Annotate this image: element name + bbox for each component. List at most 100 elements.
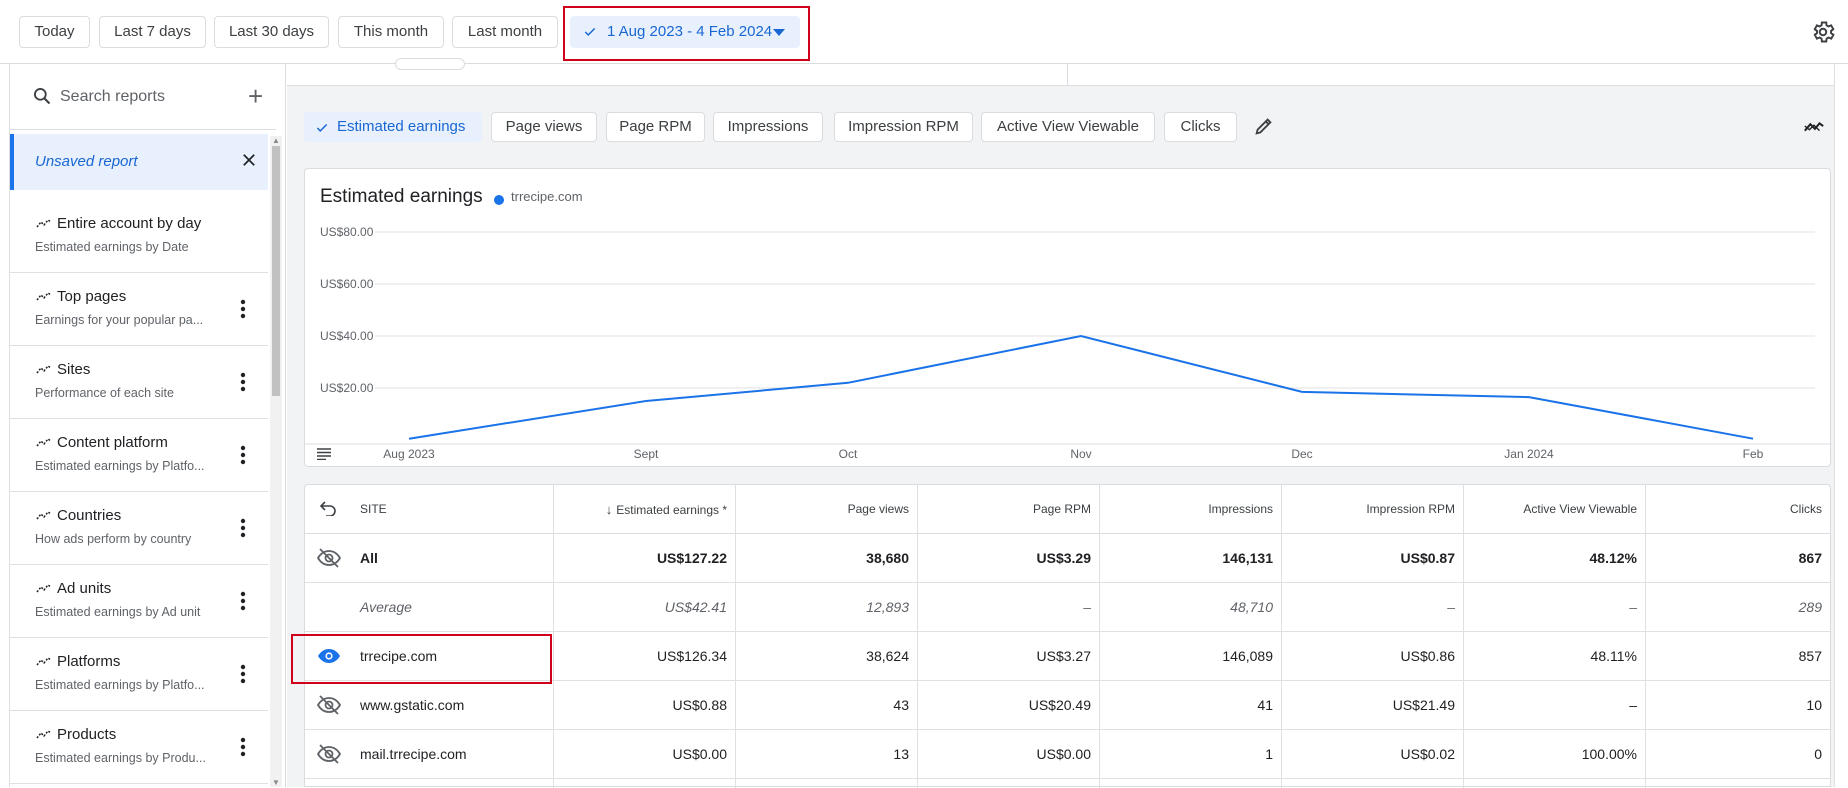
- column-header[interactable]: ↓Estimated earnings *: [553, 485, 735, 534]
- metric-estimated-earnings-chip[interactable]: Estimated earnings: [304, 112, 482, 142]
- column-header[interactable]: Impressions: [1099, 485, 1281, 534]
- report-name: Countries: [57, 507, 121, 524]
- table-cell: 100.00%: [1463, 730, 1645, 779]
- x-tick-label: Feb: [1743, 447, 1764, 461]
- table-cell: 48.12%: [1463, 534, 1645, 583]
- chart-menu-icon[interactable]: [317, 448, 331, 460]
- range-today-button[interactable]: Today: [19, 16, 90, 48]
- report-item[interactable]: Products Estimated earnings by Produ...: [10, 711, 268, 784]
- report-item[interactable]: Entire account by dayEstimated earnings …: [10, 200, 268, 273]
- table-cell: 289: [1645, 583, 1830, 632]
- search-reports[interactable]: Search reports +: [10, 64, 276, 130]
- report-description: Earnings for your popular pa...: [35, 313, 203, 327]
- column-header-site[interactable]: SITE: [360, 485, 387, 534]
- site-name: Average: [360, 583, 412, 632]
- report-trend-icon: [36, 217, 52, 229]
- more-vert-icon[interactable]: [240, 518, 246, 538]
- metric-page-views-chip[interactable]: Page views: [491, 112, 597, 142]
- metric-active-view-viewable-chip[interactable]: Active View Viewable: [981, 112, 1155, 142]
- visibility-icon[interactable]: [317, 646, 341, 666]
- site-name: trrecipe.com: [360, 632, 437, 681]
- table-row[interactable]: www.gstatic.comUS$0.8843US$20.4941US$21.…: [305, 681, 1830, 730]
- custom-date-range-dropdown[interactable]: 1 Aug 2023 - 4 Feb 2024: [570, 16, 800, 48]
- check-icon: [583, 25, 597, 39]
- report-name: Products: [57, 726, 116, 743]
- unsaved-report-item[interactable]: Unsaved report: [10, 134, 268, 190]
- report-name: Top pages: [57, 288, 126, 305]
- more-vert-icon[interactable]: [240, 664, 246, 684]
- earnings-line-chart[interactable]: [305, 169, 1832, 468]
- sidebar-scrollbar[interactable]: ▲▼: [270, 136, 282, 787]
- report-item[interactable]: Content platformEstimated earnings by Pl…: [10, 419, 268, 492]
- range-last-7-days-button[interactable]: Last 7 days: [99, 16, 206, 48]
- table-cell: –: [1281, 583, 1463, 632]
- column-header[interactable]: Impression RPM: [1281, 485, 1463, 534]
- column-header[interactable]: Active View Viewable: [1463, 485, 1645, 534]
- visibility-off-icon[interactable]: [317, 548, 341, 568]
- table-cell: 10: [1645, 681, 1830, 730]
- series-line-trrecipe[interactable]: [409, 336, 1753, 439]
- table-row[interactable]: trrecipe.comUS$126.3438,624US$3.27146,08…: [305, 632, 1830, 681]
- main-scrollbar[interactable]: [1834, 64, 1848, 787]
- report-description: Performance of each site: [35, 386, 174, 400]
- report-description: Estimated earnings by Produ...: [35, 751, 206, 765]
- more-vert-icon[interactable]: [240, 299, 246, 319]
- edit-pencil-icon[interactable]: [1253, 115, 1275, 137]
- settings-gear-icon[interactable]: [1810, 19, 1836, 45]
- report-description: Estimated earnings by Platfo...: [35, 678, 205, 692]
- table-cell: US$21.49: [1281, 681, 1463, 730]
- more-vert-icon[interactable]: [240, 737, 246, 757]
- check-icon: [315, 121, 329, 135]
- table-cell: US$0.00: [917, 730, 1099, 779]
- report-description: Estimated earnings by Ad unit: [35, 605, 200, 619]
- compare-trend-icon[interactable]: [1803, 117, 1825, 137]
- more-vert-icon[interactable]: [240, 591, 246, 611]
- undo-icon[interactable]: [319, 500, 337, 516]
- report-item[interactable]: SitesPerformance of each site: [10, 346, 268, 419]
- report-description: Estimated earnings by Platfo...: [35, 459, 205, 473]
- table-cell: 0: [1645, 730, 1830, 779]
- search-input[interactable]: Search reports: [60, 88, 165, 106]
- report-trend-icon: [36, 363, 52, 375]
- metric-impression-rpm-chip[interactable]: Impression RPM: [834, 112, 973, 142]
- table-cell: US$126.34: [553, 632, 735, 681]
- table-row[interactable]: AverageUS$42.4112,893–48,710––289: [305, 583, 1830, 632]
- table-cell: US$42.41: [553, 583, 735, 632]
- range-this-month-button[interactable]: This month: [338, 16, 444, 48]
- metric-page-rpm-chip[interactable]: Page RPM: [606, 112, 705, 142]
- x-tick-label: Aug 2023: [383, 447, 434, 461]
- visibility-off-icon[interactable]: [317, 695, 341, 715]
- x-tick-label: Sept: [634, 447, 659, 461]
- caret-down-icon: [773, 29, 785, 36]
- column-header[interactable]: Clicks: [1645, 485, 1830, 534]
- range-last-month-button[interactable]: Last month: [452, 16, 558, 48]
- column-header[interactable]: Page RPM: [917, 485, 1099, 534]
- metric-impressions-chip[interactable]: Impressions: [713, 112, 823, 142]
- table-cell: US$3.27: [917, 632, 1099, 681]
- site-name: All: [360, 534, 378, 583]
- report-item[interactable]: Ad units Estimated earnings by Ad unit: [10, 565, 268, 638]
- report-item[interactable]: Countries How ads perform by country: [10, 492, 268, 565]
- report-trend-icon: [36, 655, 52, 667]
- table-cell: 48,710: [1099, 583, 1281, 632]
- x-tick-label: Nov: [1070, 447, 1091, 461]
- more-vert-icon[interactable]: [240, 372, 246, 392]
- report-item[interactable]: PlatformsEstimated earnings by Platfo...: [10, 638, 268, 711]
- table-cell: –: [917, 583, 1099, 632]
- report-description: How ads perform by country: [35, 532, 191, 546]
- metric-clicks-chip[interactable]: Clicks: [1164, 112, 1237, 142]
- close-icon[interactable]: [240, 151, 258, 169]
- report-name: Ad units: [57, 580, 111, 597]
- y-tick-label: US$80.00: [320, 225, 373, 239]
- more-vert-icon[interactable]: [240, 445, 246, 465]
- report-item[interactable]: Top pages Earnings for your popular pa...: [10, 273, 268, 346]
- table-row[interactable]: AllUS$127.2238,680US$3.29146,131US$0.874…: [305, 534, 1830, 583]
- table-row[interactable]: mail.trrecipe.comUS$0.0013US$0.001US$0.0…: [305, 730, 1830, 779]
- report-trend-icon: [36, 728, 52, 740]
- table-cell: 38,624: [735, 632, 917, 681]
- column-header[interactable]: Page views: [735, 485, 917, 534]
- table-cell: 48.11%: [1463, 632, 1645, 681]
- visibility-off-icon[interactable]: [317, 744, 341, 764]
- add-report-icon[interactable]: +: [248, 84, 263, 108]
- range-last-30-days-button[interactable]: Last 30 days: [214, 16, 329, 48]
